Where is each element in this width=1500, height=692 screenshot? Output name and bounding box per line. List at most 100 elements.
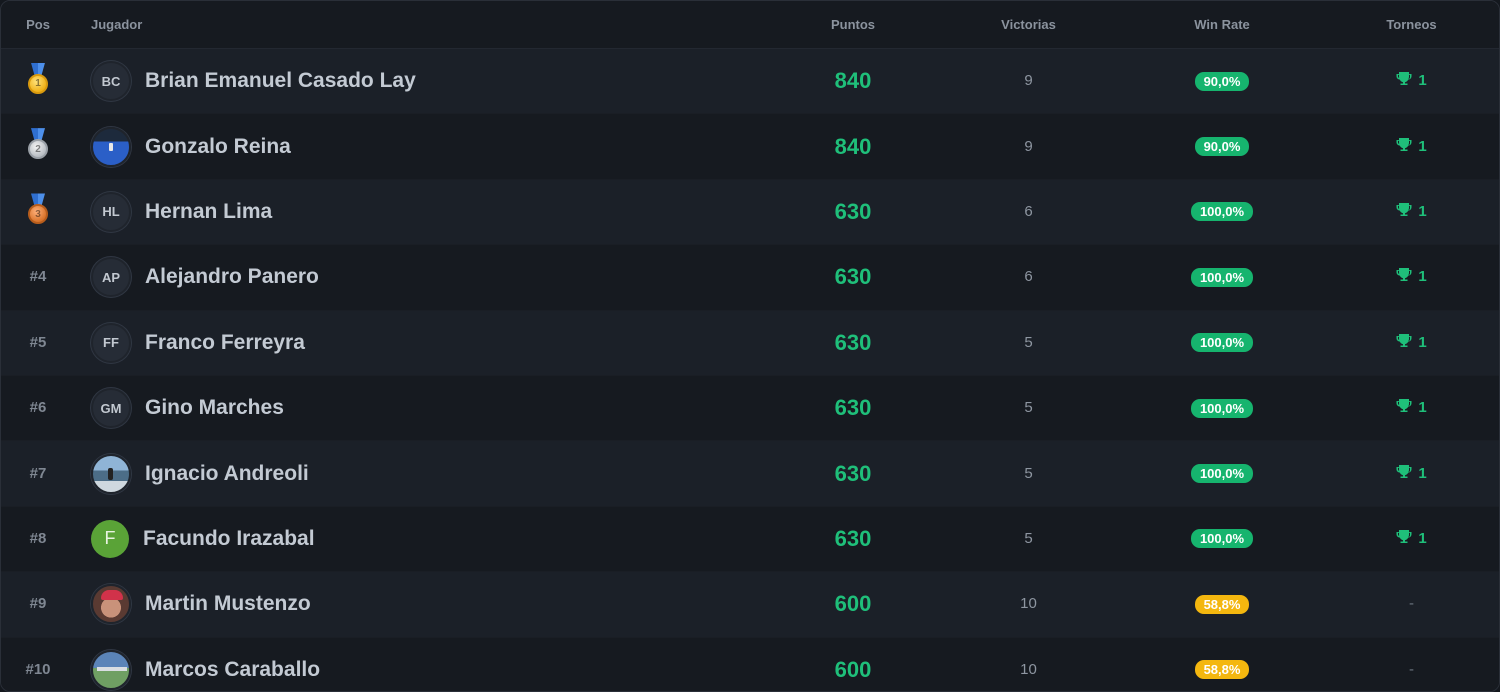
wins-value: 10 (1020, 595, 1037, 613)
tournaments-count: - (1409, 595, 1414, 613)
tournaments-cell: 1 (1334, 202, 1489, 222)
table-row[interactable]: #10 Marcos Caraballo 600 10 58,8% - (1, 637, 1499, 691)
points-cell: 600 (759, 591, 947, 617)
header-wins[interactable]: Victorias (947, 17, 1110, 32)
wins-value: 9 (1024, 72, 1033, 90)
medal-number: 1 (28, 73, 48, 94)
win-rate-badge: 90,0% (1194, 71, 1250, 91)
table-row[interactable]: #7 Ignacio Andreoli 630 5 100,0% 1 (1, 441, 1499, 507)
wins-cell: 5 (947, 334, 1110, 352)
wins-value: 6 (1024, 202, 1033, 220)
wins-value: 5 (1024, 464, 1033, 482)
player-cell: BC Brian Emanuel Casado Lay (75, 61, 759, 102)
wins-cell: 5 (947, 465, 1110, 483)
tournaments-cell: 1 (1334, 398, 1489, 418)
trophy-icon (1396, 71, 1412, 90)
points-value: 840 (834, 68, 872, 94)
points-value: 630 (834, 264, 872, 290)
trophy-icon (1396, 464, 1412, 483)
tournaments-count: 1 (1418, 464, 1427, 482)
win-rate-badge: 100,0% (1190, 529, 1254, 549)
table-row[interactable]: #9 Martin Mustenzo 600 10 58,8% - (1, 572, 1499, 638)
position-label: #10 (25, 660, 51, 678)
player-name[interactable]: Alejandro Panero (145, 265, 319, 289)
position-label: #9 (29, 595, 47, 613)
player-name[interactable]: Gonzalo Reina (145, 135, 291, 159)
pos-cell: #4 (1, 268, 75, 286)
points-value: 600 (834, 591, 872, 617)
wins-value: 5 (1024, 333, 1033, 351)
win-rate-cell: 100,0% (1110, 529, 1334, 549)
win-rate-badge: 100,0% (1190, 267, 1254, 287)
player-name[interactable]: Franco Ferreyra (145, 331, 305, 355)
position-label: #5 (29, 333, 47, 351)
table-row[interactable]: #8 F Facundo Irazabal 630 5 100,0% 1 (1, 506, 1499, 573)
avatar: BC (91, 61, 131, 102)
avatar-photo (91, 584, 131, 625)
wins-cell: 9 (947, 72, 1110, 90)
player-cell: AP Alejandro Panero (75, 257, 759, 298)
player-name[interactable]: Marcos Caraballo (145, 658, 320, 682)
win-rate-cell: 100,0% (1110, 464, 1334, 484)
header-points[interactable]: Puntos (759, 17, 947, 32)
table-header: Pos Jugador Puntos Victorias Win Rate To… (1, 1, 1499, 49)
trophy-icon (1396, 529, 1412, 548)
pos-cell: #5 (1, 334, 75, 352)
points-cell: 840 (759, 68, 947, 94)
table-row[interactable]: 1 BC Brian Emanuel Casado Lay 840 9 90,0… (1, 49, 1499, 115)
player-name[interactable]: Brian Emanuel Casado Lay (145, 69, 416, 93)
player-name[interactable]: Martin Mustenzo (145, 592, 311, 616)
wins-value: 5 (1024, 529, 1033, 547)
win-rate-badge: 100,0% (1190, 202, 1254, 222)
player-name[interactable]: Hernan Lima (145, 200, 272, 224)
wins-value: 6 (1024, 268, 1033, 286)
trophy-icon (1396, 333, 1412, 352)
player-name[interactable]: Ignacio Andreoli (145, 462, 309, 486)
table-row[interactable]: 3 HL Hernan Lima 630 6 100,0% 1 (1, 179, 1499, 246)
tournaments-cell: - (1334, 595, 1489, 613)
tournaments-count: 1 (1418, 137, 1427, 155)
pos-cell: #7 (1, 465, 75, 483)
player-cell: Ignacio Andreoli (75, 453, 759, 494)
pos-cell: #9 (1, 595, 75, 613)
table-row[interactable]: #5 FF Franco Ferreyra 630 5 100,0% 1 (1, 310, 1499, 376)
header-tournaments[interactable]: Torneos (1334, 17, 1489, 32)
win-rate-cell: 90,0% (1110, 71, 1334, 91)
header-win-rate[interactable]: Win Rate (1110, 17, 1334, 32)
header-player[interactable]: Jugador (75, 17, 759, 32)
tournaments-count: 1 (1418, 399, 1427, 417)
table-row[interactable]: #6 GM Gino Marches 630 5 100,0% 1 (1, 375, 1499, 442)
points-value: 630 (834, 460, 872, 486)
table-row[interactable]: 2 Gonzalo Reina 840 9 90,0% 1 (1, 114, 1499, 180)
player-name[interactable]: Gino Marches (145, 396, 284, 420)
player-cell: Marcos Caraballo (75, 649, 759, 690)
tournaments-cell: 1 (1334, 267, 1489, 287)
position-label: #4 (29, 268, 47, 286)
win-rate-cell: 100,0% (1110, 333, 1334, 353)
points-cell: 630 (759, 461, 947, 487)
header-pos[interactable]: Pos (1, 17, 75, 32)
points-value: 840 (834, 133, 872, 159)
table-row[interactable]: #4 AP Alejandro Panero 630 6 100,0% 1 (1, 245, 1499, 311)
win-rate-badge: 100,0% (1190, 464, 1254, 484)
position-label: #8 (29, 529, 47, 547)
tournaments-count: 1 (1418, 202, 1427, 220)
avatar-photo (91, 126, 131, 167)
tournaments-count: 1 (1418, 72, 1427, 90)
win-rate-badge: 58,8% (1194, 594, 1250, 614)
tournaments-cell: 1 (1334, 464, 1489, 484)
wins-cell: 10 (947, 661, 1110, 679)
points-value: 600 (834, 656, 872, 682)
medal-number: 3 (28, 204, 48, 225)
silver-medal-icon: 2 (25, 127, 51, 161)
win-rate-cell: 90,0% (1110, 137, 1334, 157)
points-value: 630 (834, 525, 872, 551)
tournaments-cell: 1 (1334, 137, 1489, 157)
tournaments-cell: - (1334, 661, 1489, 679)
player-name[interactable]: Facundo Irazabal (143, 527, 315, 551)
tournaments-count: - (1409, 660, 1414, 678)
points-cell: 630 (759, 330, 947, 356)
tournaments-cell: 1 (1334, 333, 1489, 353)
avatar: HL (91, 191, 131, 232)
wins-value: 5 (1024, 399, 1033, 417)
